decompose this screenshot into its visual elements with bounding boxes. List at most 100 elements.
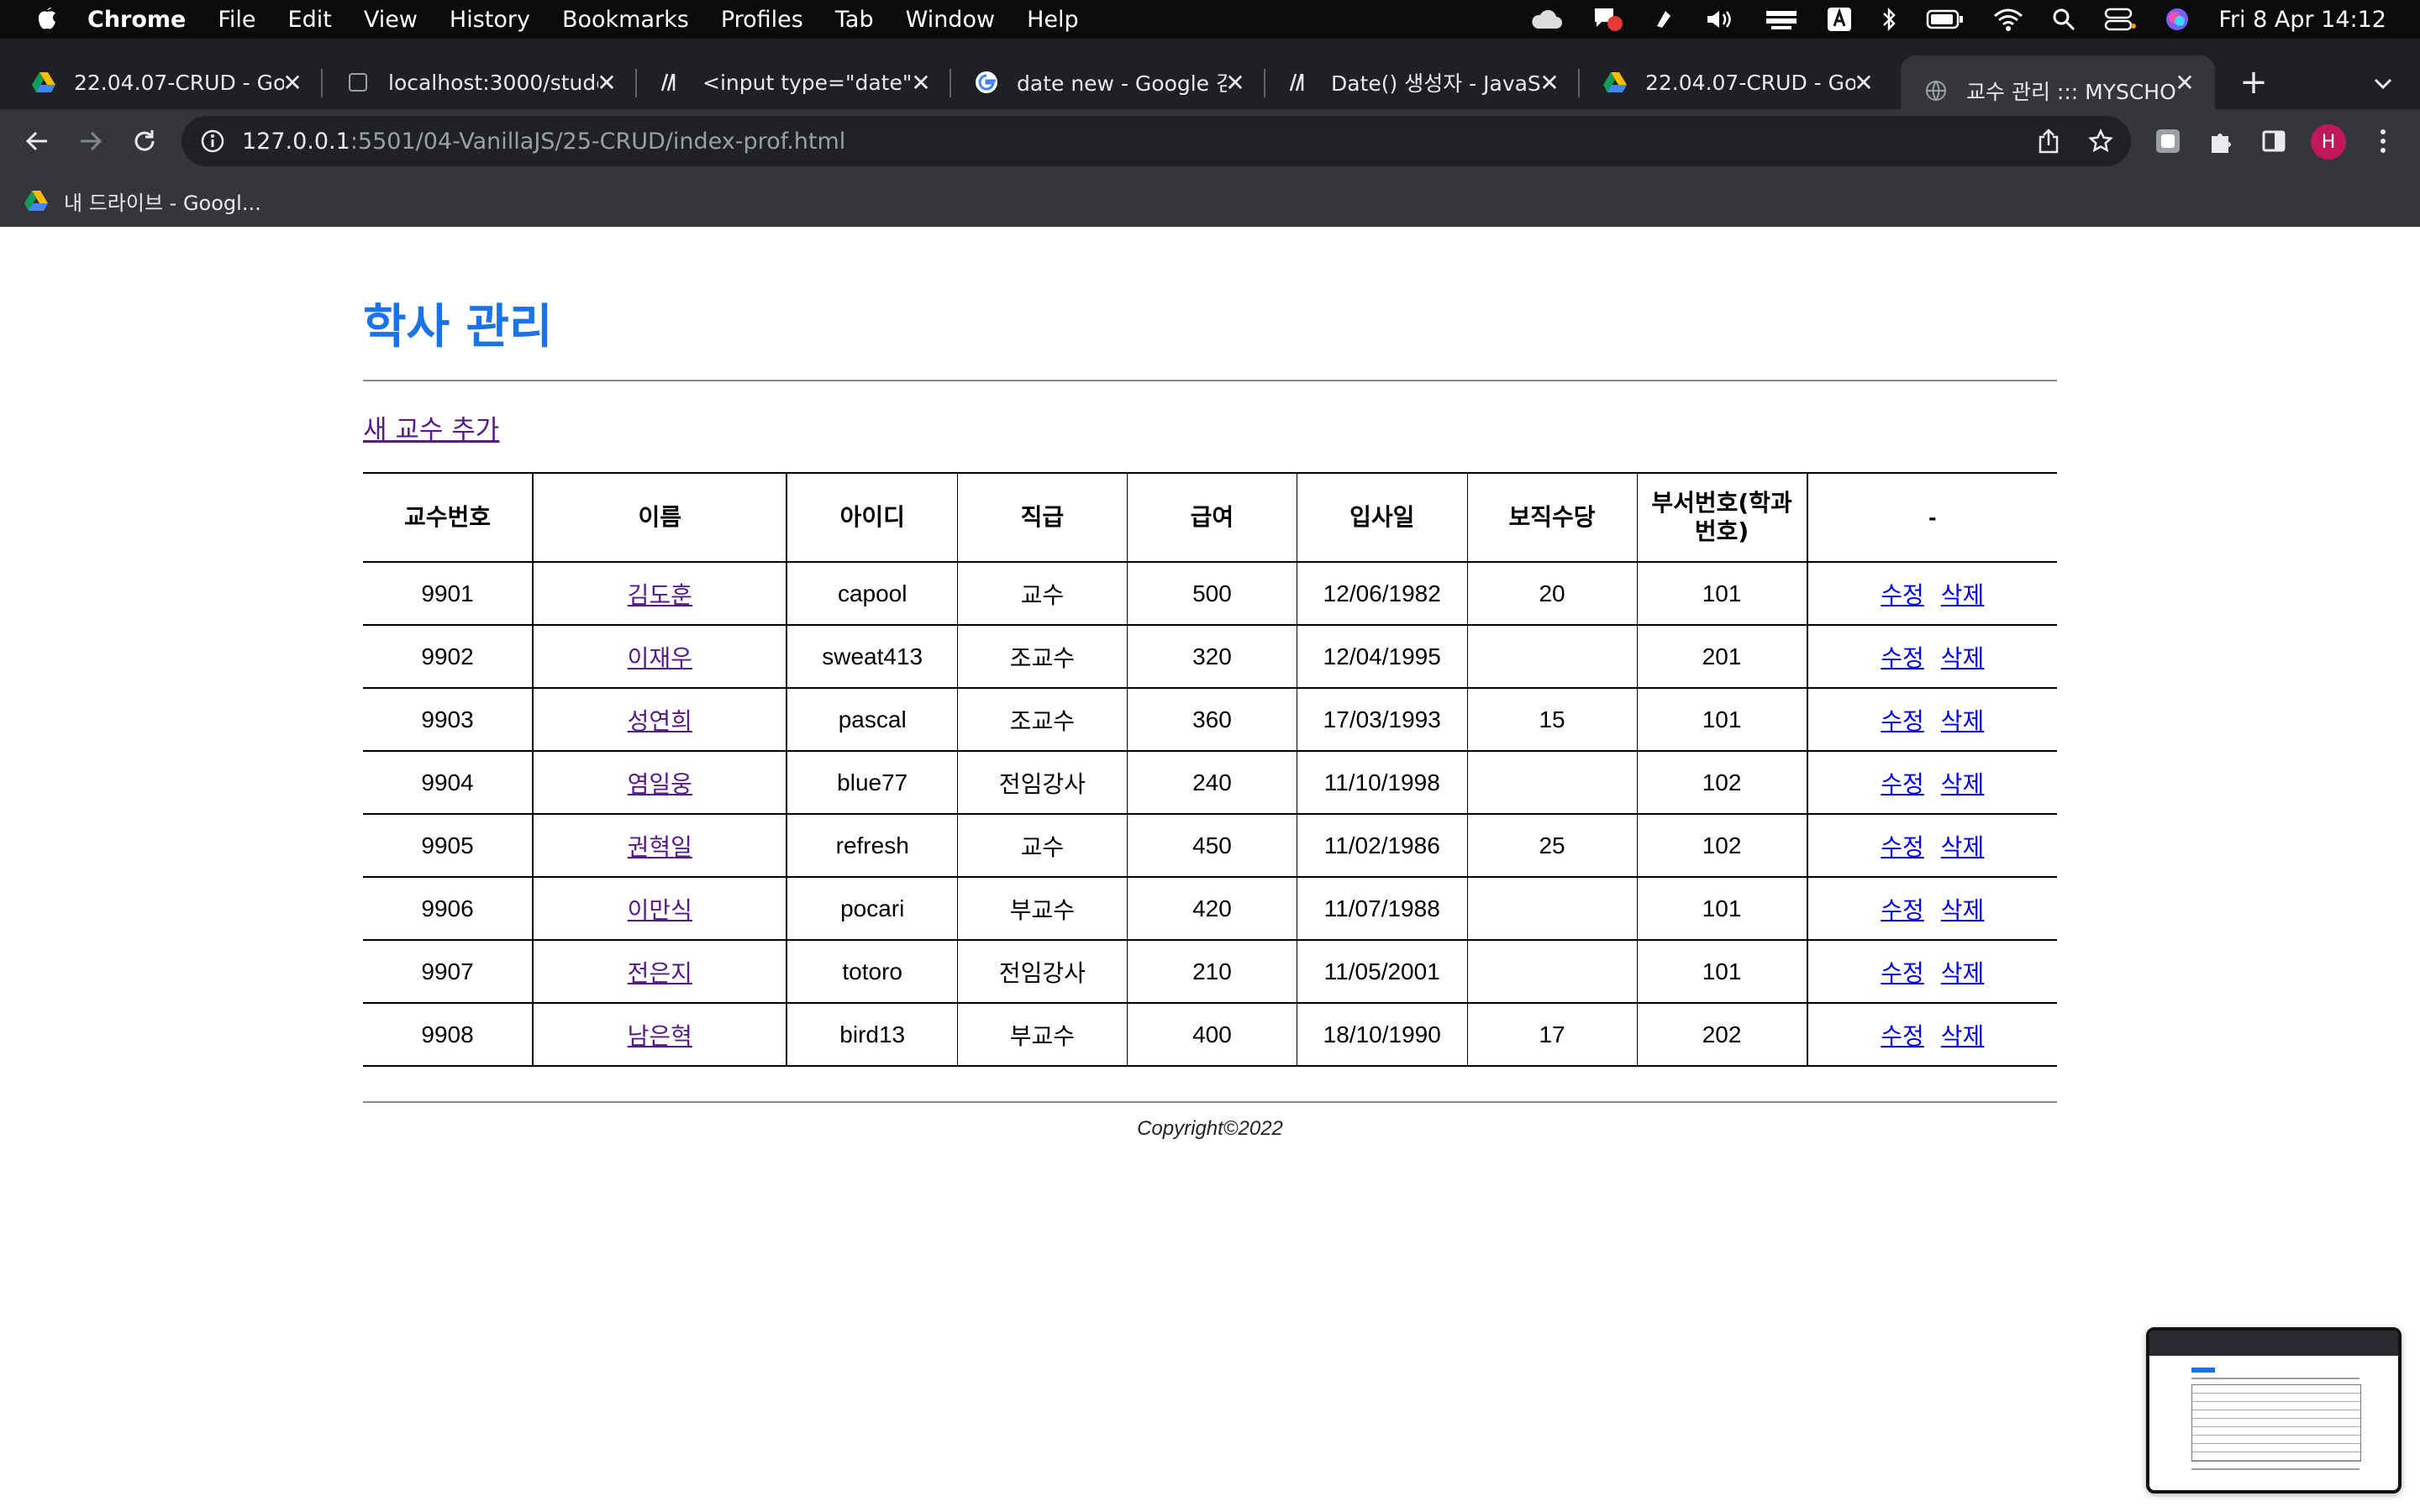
close-tab-icon[interactable]: ✕ [1849, 67, 1879, 97]
profile-avatar[interactable]: H [2311, 124, 2346, 160]
menu-bookmarks[interactable]: Bookmarks [562, 7, 689, 33]
cell-userid: blue77 [786, 751, 958, 815]
page-heading: 학사 관리 [363, 300, 553, 354]
tab-mdn-date-constructor[interactable]: Date() 생성자 - JavaSc ✕ [1265, 55, 1580, 109]
cell-comm [1466, 625, 1638, 689]
cell-userid: totoro [786, 940, 958, 1004]
edit-link[interactable]: 수정 [1881, 896, 1924, 924]
col-header-name: 이름 [532, 472, 787, 563]
cell-salary: 240 [1126, 751, 1297, 815]
edit-link[interactable]: 수정 [1881, 644, 1924, 672]
edit-link[interactable]: 수정 [1881, 1022, 1924, 1050]
close-tab-icon[interactable]: ✕ [2170, 67, 2200, 97]
delete-link[interactable]: 삭제 [1941, 959, 1985, 987]
display-icon[interactable] [1765, 8, 1798, 31]
tab-crud-drive-1[interactable]: 22.04.07-CRUD - Goo ✕ [8, 55, 323, 109]
professor-name-link[interactable]: 염일웅 [628, 770, 692, 798]
cell-id: 9901 [363, 562, 534, 626]
tab-crud-drive-2[interactable]: 22.04.07-CRUD - Goo ✕ [1580, 55, 1894, 109]
menu-view[interactable]: View [364, 7, 418, 33]
tab-google-search[interactable]: date new - Google 검색 ✕ [951, 55, 1265, 109]
delete-link[interactable]: 삭제 [1941, 644, 1985, 672]
cell-hiredate: 11/10/1998 [1296, 751, 1468, 815]
address-bar[interactable]: 127.0.0.1:5501/04-VanillaJS/25-CRUD/inde… [182, 116, 2131, 166]
input-source-icon[interactable] [1827, 7, 1852, 32]
reload-button[interactable] [126, 123, 163, 160]
menu-history[interactable]: History [450, 7, 530, 33]
table-header-row: 교수번호 이름 아이디 직급 급여 입사일 보직수당 부서번호(학과번호) - [363, 472, 2057, 563]
battery-icon[interactable] [1926, 8, 1965, 30]
edit-link[interactable]: 수정 [1881, 707, 1924, 735]
cell-hiredate: 12/04/1995 [1296, 625, 1468, 689]
bluetooth-icon[interactable] [1881, 7, 1897, 32]
chat-notification-icon[interactable] [1591, 5, 1623, 34]
professor-name-link[interactable]: 이만식 [628, 896, 692, 924]
cloud-icon[interactable] [1529, 8, 1563, 30]
status-app-icon[interactable] [1652, 8, 1676, 31]
add-professor-link[interactable]: 새 교수 추가 [363, 408, 499, 446]
cell-userid: bird13 [786, 1003, 958, 1067]
footer-divider [363, 1101, 2057, 1103]
delete-link[interactable]: 삭제 [1941, 770, 1985, 798]
cell-comm: 15 [1466, 688, 1638, 752]
extension-screenshot-icon[interactable] [2149, 123, 2186, 160]
more-menu-icon[interactable] [2365, 123, 2402, 160]
menu-window[interactable]: Window [906, 7, 995, 33]
menu-file[interactable]: File [218, 7, 255, 33]
edit-link[interactable]: 수정 [1881, 581, 1924, 609]
professor-name-link[interactable]: 남은혁 [628, 1022, 692, 1050]
cell-userid: capool [786, 562, 958, 626]
cell-comm [1466, 877, 1638, 941]
cell-name: 이만식 [532, 877, 787, 941]
delete-link[interactable]: 삭제 [1941, 581, 1985, 609]
cell-hiredate: 12/06/1982 [1296, 562, 1468, 626]
back-button[interactable] [18, 123, 55, 160]
spotlight-search-icon[interactable] [2052, 8, 2075, 31]
edit-link[interactable]: 수정 [1881, 833, 1924, 861]
menu-help[interactable]: Help [1027, 7, 1079, 33]
volume-icon[interactable] [1704, 8, 1736, 31]
professor-name-link[interactable]: 이재우 [628, 644, 692, 672]
professor-name-link[interactable]: 김도훈 [628, 581, 692, 609]
menu-app-name[interactable]: Chrome [87, 7, 186, 33]
menu-tab[interactable]: Tab [835, 7, 874, 33]
tab-localhost[interactable]: localhost:3000/stude ✕ [323, 55, 637, 109]
screenshot-thumbnail-preview[interactable] [2146, 1327, 2402, 1494]
delete-link[interactable]: 삭제 [1941, 707, 1985, 735]
edit-link[interactable]: 수정 [1881, 959, 1924, 987]
professor-name-link[interactable]: 전은지 [628, 959, 692, 987]
professor-name-link[interactable]: 권혁일 [628, 833, 692, 861]
close-tab-icon[interactable]: ✕ [1534, 67, 1565, 97]
wifi-icon[interactable] [1993, 8, 2023, 31]
close-tab-icon[interactable]: ✕ [592, 67, 622, 97]
close-tab-icon[interactable]: ✕ [1220, 67, 1250, 97]
cell-name: 염일웅 [532, 751, 787, 815]
siri-icon[interactable] [2165, 7, 2190, 32]
cell-salary: 400 [1126, 1003, 1297, 1067]
forward-button[interactable] [72, 123, 109, 160]
apple-menu-icon[interactable] [32, 4, 62, 34]
bookmark-my-drive[interactable]: 내 드라이브 - Googl... [24, 185, 261, 217]
bookmark-star-icon[interactable] [2087, 128, 2114, 155]
browser-toolbar: 127.0.0.1:5501/04-VanillaJS/25-CRUD/inde… [0, 109, 2420, 175]
table-row: 9905 권혁일 refresh 교수 450 11/02/1986 25 102 수정 삭제 [363, 814, 2057, 878]
edit-link[interactable]: 수정 [1881, 770, 1924, 798]
side-panel-icon[interactable] [2255, 123, 2292, 160]
delete-link[interactable]: 삭제 [1941, 833, 1985, 861]
menu-edit[interactable]: Edit [288, 7, 332, 33]
tab-search-chevron-icon[interactable] [2366, 67, 2400, 101]
new-tab-button[interactable]: + [2235, 63, 2272, 102]
professor-name-link[interactable]: 성연희 [628, 707, 692, 735]
delete-link[interactable]: 삭제 [1941, 1022, 1985, 1050]
close-tab-icon[interactable]: ✕ [277, 67, 308, 97]
close-tab-icon[interactable]: ✕ [906, 67, 936, 97]
menu-profiles[interactable]: Profiles [721, 7, 803, 33]
extensions-puzzle-icon[interactable] [2203, 123, 2240, 160]
tab-mdn-input-date[interactable]: <input type="date"> - ✕ [637, 55, 951, 109]
control-center-icon[interactable] [2104, 8, 2137, 31]
tab-title: date new - Google 검색 [1017, 71, 1227, 96]
share-icon[interactable] [2035, 128, 2062, 155]
delete-link[interactable]: 삭제 [1941, 896, 1985, 924]
site-info-icon[interactable] [200, 129, 225, 154]
menu-bar-clock[interactable]: Fri 8 Apr 14:12 [2218, 7, 2386, 33]
